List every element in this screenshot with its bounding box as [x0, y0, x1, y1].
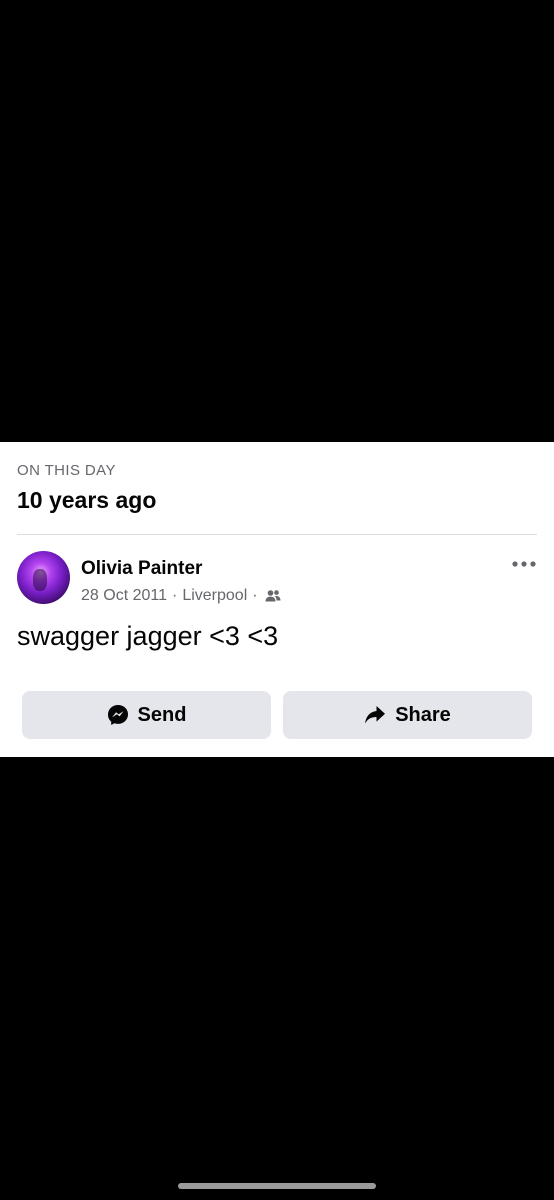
- messenger-icon: [107, 704, 129, 726]
- post-header: Olivia Painter 28 Oct 2011 · Liverpool ·: [17, 551, 537, 607]
- share-button[interactable]: Share: [283, 691, 532, 739]
- memory-header: ON THIS DAY 10 years ago: [17, 462, 156, 514]
- friends-icon: [265, 589, 281, 603]
- memory-heading: 10 years ago: [17, 487, 157, 513]
- send-label: Send: [137, 703, 187, 726]
- avatar[interactable]: [17, 551, 70, 604]
- screen: ON THIS DAY 10 years ago Olivia Painter …: [0, 0, 554, 1200]
- share-label: Share: [395, 703, 451, 726]
- post-text: swagger jagger <3 <3: [17, 621, 279, 651]
- send-button[interactable]: Send: [22, 691, 271, 739]
- home-indicator[interactable]: [178, 1183, 376, 1189]
- share-arrow-icon: [364, 705, 386, 725]
- divider: [17, 534, 537, 535]
- post-meta: 28 Oct 2011 · Liverpool ·: [81, 586, 281, 606]
- post-location[interactable]: Liverpool: [182, 586, 247, 606]
- author-name[interactable]: Olivia Painter: [81, 558, 202, 580]
- post-date[interactable]: 28 Oct 2011: [81, 586, 167, 606]
- memory-eyebrow: ON THIS DAY: [17, 462, 116, 479]
- more-options-icon[interactable]: [511, 557, 537, 571]
- meta-separator: ·: [171, 587, 178, 604]
- memory-card: ON THIS DAY 10 years ago Olivia Painter …: [0, 442, 554, 757]
- meta-separator: ·: [252, 587, 258, 604]
